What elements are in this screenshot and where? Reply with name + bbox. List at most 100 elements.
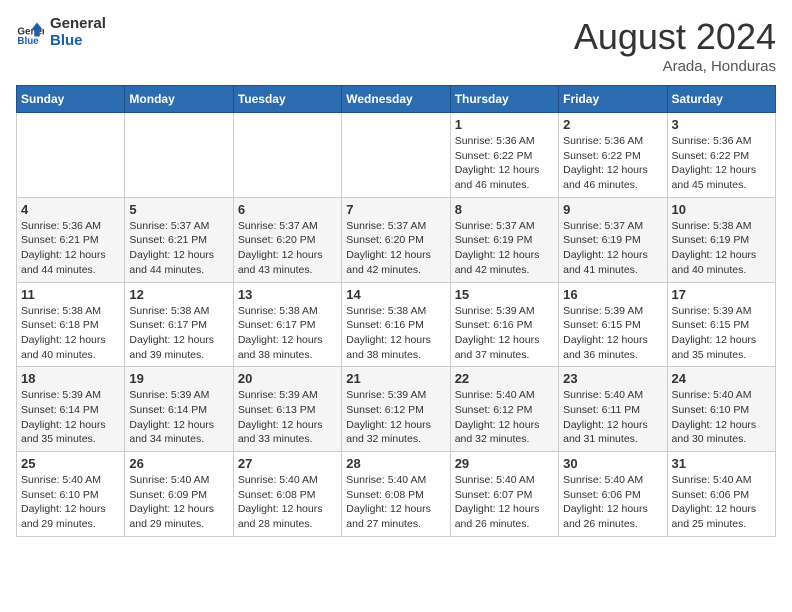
day-number: 23: [563, 371, 662, 386]
day-number: 29: [455, 456, 554, 471]
calendar-cell: 11Sunrise: 5:38 AMSunset: 6:18 PMDayligh…: [17, 282, 125, 367]
calendar-cell: 8 Sunrise: 5:37 AMSunset: 6:19 PMDaylight…: [450, 197, 558, 282]
day-info: Sunrise: 5:40 AMSunset: 6:10 PMDaylight:…: [672, 388, 771, 447]
calendar-cell: [342, 113, 450, 198]
day-number: 11: [21, 287, 120, 302]
calendar-body: 1 Sunrise: 5:36 AMSunset: 6:22 PMDaylight…: [17, 113, 776, 537]
calendar-cell: 17 Sunrise: 5:39 AMSunset: 6:15 PMDayligh…: [667, 282, 775, 367]
calendar-week-3: 11Sunrise: 5:38 AMSunset: 6:18 PMDayligh…: [17, 282, 776, 367]
day-info: Sunrise: 5:37 AMSunset: 6:21 PMDaylight:…: [129, 219, 228, 278]
calendar-cell: 28Sunrise: 5:40 AMSunset: 6:08 PMDayligh…: [342, 452, 450, 537]
day-number: 21: [346, 371, 445, 386]
day-number: 17: [672, 287, 771, 302]
calendar-cell: 22Sunrise: 5:40 AMSunset: 6:12 PMDayligh…: [450, 367, 558, 452]
calendar-cell: 31 Sunrise: 5:40 AMSunset: 6:06 PMDayligh…: [667, 452, 775, 537]
day-number: 15: [455, 287, 554, 302]
calendar-cell: 5 Sunrise: 5:37 AMSunset: 6:21 PMDaylight…: [125, 197, 233, 282]
calendar-week-4: 18Sunrise: 5:39 AMSunset: 6:14 PMDayligh…: [17, 367, 776, 452]
calendar-header: SundayMondayTuesdayWednesdayThursdayFrid…: [17, 86, 776, 113]
day-info: Sunrise: 5:39 AMSunset: 6:13 PMDaylight:…: [238, 388, 337, 447]
day-info: Sunrise: 5:38 AMSunset: 6:16 PMDaylight:…: [346, 304, 445, 363]
calendar-cell: 29 Sunrise: 5:40 AMSunset: 6:07 PMDayligh…: [450, 452, 558, 537]
day-info: Sunrise: 5:38 AMSunset: 6:17 PMDaylight:…: [129, 304, 228, 363]
calendar-cell: 3 Sunrise: 5:36 AMSunset: 6:22 PMDaylight…: [667, 113, 775, 198]
day-number: 25: [21, 456, 120, 471]
calendar-cell: 27 Sunrise: 5:40 AMSunset: 6:08 PMDayligh…: [233, 452, 341, 537]
calendar-week-2: 4 Sunrise: 5:36 AMSunset: 6:21 PMDaylight…: [17, 197, 776, 282]
day-info: Sunrise: 5:40 AMSunset: 6:06 PMDaylight:…: [672, 473, 771, 532]
day-info: Sunrise: 5:40 AMSunset: 6:06 PMDaylight:…: [563, 473, 662, 532]
weekday-header-friday: Friday: [559, 86, 667, 113]
day-info: Sunrise: 5:39 AMSunset: 6:16 PMDaylight:…: [455, 304, 554, 363]
day-info: Sunrise: 5:40 AMSunset: 6:11 PMDaylight:…: [563, 388, 662, 447]
day-info: Sunrise: 5:40 AMSunset: 6:10 PMDaylight:…: [21, 473, 120, 532]
calendar-cell: 14Sunrise: 5:38 AMSunset: 6:16 PMDayligh…: [342, 282, 450, 367]
day-number: 7: [346, 202, 445, 217]
day-info: Sunrise: 5:40 AMSunset: 6:07 PMDaylight:…: [455, 473, 554, 532]
weekday-header-saturday: Saturday: [667, 86, 775, 113]
calendar-cell: 7Sunrise: 5:37 AMSunset: 6:20 PMDaylight…: [342, 197, 450, 282]
logo: General Blue General Blue: [16, 16, 106, 49]
calendar-cell: 16 Sunrise: 5:39 AMSunset: 6:15 PMDayligh…: [559, 282, 667, 367]
day-number: 31: [672, 456, 771, 471]
day-number: 24: [672, 371, 771, 386]
day-info: Sunrise: 5:36 AMSunset: 6:21 PMDaylight:…: [21, 219, 120, 278]
calendar-cell: 6 Sunrise: 5:37 AMSunset: 6:20 PMDaylight…: [233, 197, 341, 282]
logo-blue-text: Blue: [50, 33, 106, 50]
day-number: 13: [238, 287, 337, 302]
day-number: 16: [563, 287, 662, 302]
day-number: 4: [21, 202, 120, 217]
day-info: Sunrise: 5:39 AMSunset: 6:15 PMDaylight:…: [563, 304, 662, 363]
day-info: Sunrise: 5:40 AMSunset: 6:08 PMDaylight:…: [238, 473, 337, 532]
day-info: Sunrise: 5:39 AMSunset: 6:14 PMDaylight:…: [21, 388, 120, 447]
day-info: Sunrise: 5:39 AMSunset: 6:12 PMDaylight:…: [346, 388, 445, 447]
day-number: 20: [238, 371, 337, 386]
logo-general-text: General: [50, 16, 106, 33]
day-info: Sunrise: 5:39 AMSunset: 6:14 PMDaylight:…: [129, 388, 228, 447]
day-info: Sunrise: 5:38 AMSunset: 6:19 PMDaylight:…: [672, 219, 771, 278]
weekday-header-tuesday: Tuesday: [233, 86, 341, 113]
day-info: Sunrise: 5:40 AMSunset: 6:09 PMDaylight:…: [129, 473, 228, 532]
weekday-header-sunday: Sunday: [17, 86, 125, 113]
calendar-cell: 21 Sunrise: 5:39 AMSunset: 6:12 PMDayligh…: [342, 367, 450, 452]
calendar-cell: 23 Sunrise: 5:40 AMSunset: 6:11 PMDayligh…: [559, 367, 667, 452]
calendar-cell: 12 Sunrise: 5:38 AMSunset: 6:17 PMDayligh…: [125, 282, 233, 367]
day-info: Sunrise: 5:37 AMSunset: 6:19 PMDaylight:…: [455, 219, 554, 278]
day-number: 6: [238, 202, 337, 217]
location-subtitle: Arada, Honduras: [574, 58, 776, 75]
day-number: 8: [455, 202, 554, 217]
weekday-header-monday: Monday: [125, 86, 233, 113]
calendar-cell: 20 Sunrise: 5:39 AMSunset: 6:13 PMDayligh…: [233, 367, 341, 452]
calendar-cell: 18Sunrise: 5:39 AMSunset: 6:14 PMDayligh…: [17, 367, 125, 452]
title-area: August 2024 Arada, Honduras: [574, 16, 776, 75]
day-number: 12: [129, 287, 228, 302]
day-info: Sunrise: 5:39 AMSunset: 6:15 PMDaylight:…: [672, 304, 771, 363]
calendar-week-5: 25 Sunrise: 5:40 AMSunset: 6:10 PMDayligh…: [17, 452, 776, 537]
calendar-cell: 25 Sunrise: 5:40 AMSunset: 6:10 PMDayligh…: [17, 452, 125, 537]
day-number: 2: [563, 117, 662, 132]
day-number: 27: [238, 456, 337, 471]
calendar-cell: [233, 113, 341, 198]
weekday-header-wednesday: Wednesday: [342, 86, 450, 113]
svg-text:Blue: Blue: [17, 36, 39, 47]
calendar-cell: [17, 113, 125, 198]
weekday-header-row: SundayMondayTuesdayWednesdayThursdayFrid…: [17, 86, 776, 113]
day-info: Sunrise: 5:36 AMSunset: 6:22 PMDaylight:…: [455, 134, 554, 193]
calendar-week-1: 1 Sunrise: 5:36 AMSunset: 6:22 PMDaylight…: [17, 113, 776, 198]
calendar-cell: 30Sunrise: 5:40 AMSunset: 6:06 PMDayligh…: [559, 452, 667, 537]
day-number: 3: [672, 117, 771, 132]
calendar-cell: 26 Sunrise: 5:40 AMSunset: 6:09 PMDayligh…: [125, 452, 233, 537]
day-number: 26: [129, 456, 228, 471]
calendar-cell: [125, 113, 233, 198]
day-info: Sunrise: 5:36 AMSunset: 6:22 PMDaylight:…: [672, 134, 771, 193]
calendar-table: SundayMondayTuesdayWednesdayThursdayFrid…: [16, 85, 776, 537]
calendar-cell: 4 Sunrise: 5:36 AMSunset: 6:21 PMDaylight…: [17, 197, 125, 282]
logo-icon: General Blue: [16, 19, 44, 47]
calendar-cell: 1 Sunrise: 5:36 AMSunset: 6:22 PMDaylight…: [450, 113, 558, 198]
calendar-cell: 10Sunrise: 5:38 AMSunset: 6:19 PMDayligh…: [667, 197, 775, 282]
day-info: Sunrise: 5:37 AMSunset: 6:19 PMDaylight:…: [563, 219, 662, 278]
day-info: Sunrise: 5:37 AMSunset: 6:20 PMDaylight:…: [238, 219, 337, 278]
day-number: 5: [129, 202, 228, 217]
day-number: 19: [129, 371, 228, 386]
day-number: 1: [455, 117, 554, 132]
